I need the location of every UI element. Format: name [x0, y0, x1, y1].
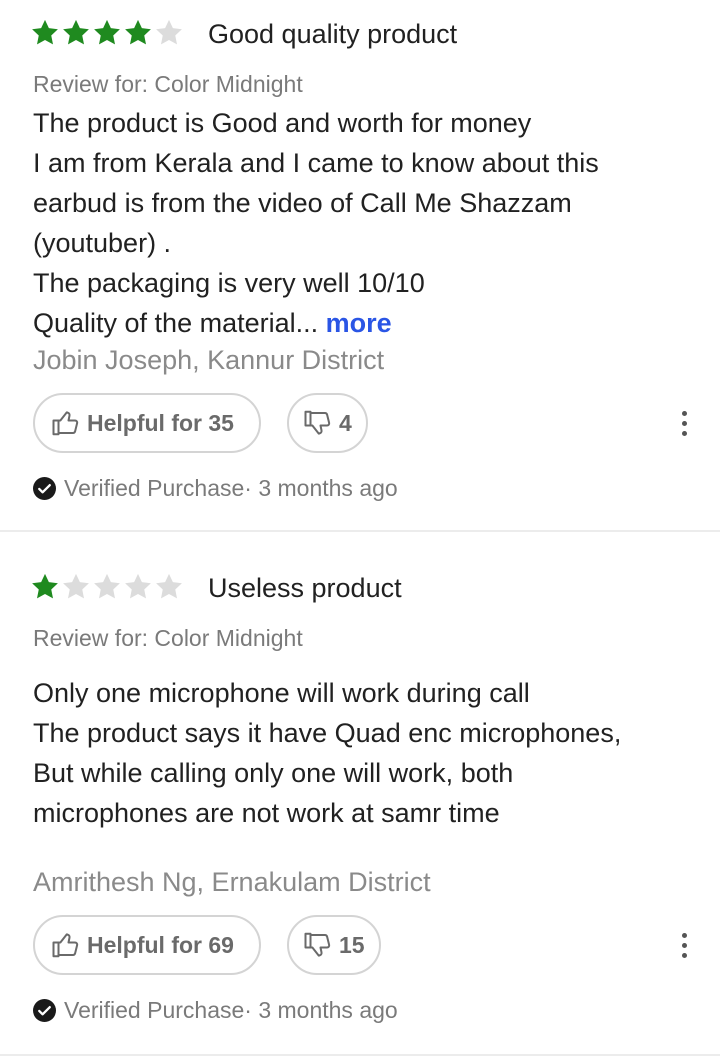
verified-check-icon: [33, 999, 56, 1022]
review-variant: Review for: Color Midnight: [33, 625, 303, 651]
review-body-line: (youtuber) .: [33, 228, 172, 258]
helpful-button[interactable]: Helpful for 69: [33, 915, 261, 975]
review-body-line: The packaging is very well 10/10: [33, 268, 425, 298]
review-time: · 3 months ago: [244, 997, 398, 1023]
star-filled-icon: [32, 19, 58, 45]
review-card: Good quality product Review for: Color M…: [0, 0, 720, 532]
more-options-icon[interactable]: [670, 403, 698, 443]
review-body-line: The product is Good and worth for money: [33, 108, 532, 138]
helpful-button[interactable]: Helpful for 35: [33, 393, 261, 453]
star-filled-icon: [125, 19, 151, 45]
review-title: Useless product: [208, 573, 402, 603]
review-body-line: The product says it have Quad enc microp…: [33, 718, 622, 748]
thumbs-up-icon: [52, 933, 79, 958]
verified-purchase: Verified Purchase· 3 months ago: [33, 999, 398, 1022]
unhelpful-button[interactable]: 15: [287, 915, 381, 975]
review-variant: Review for: Color Midnight: [33, 71, 303, 97]
unhelpful-count: 4: [339, 409, 352, 436]
review-body-line: microphones are not work at samr time: [33, 798, 500, 828]
review-title: Good quality product: [208, 19, 458, 49]
unhelpful-count: 15: [339, 931, 365, 958]
verified-label: Verified Purchase: [64, 475, 245, 501]
review-body: Only one microphone will work during cal…: [33, 673, 690, 833]
review-body: The product is Good and worth for money …: [33, 103, 690, 343]
more-options-icon[interactable]: [670, 925, 698, 965]
more-link[interactable]: more: [326, 308, 392, 338]
star-empty-icon: [63, 573, 89, 599]
review-body-line: Quality of the material...: [33, 308, 319, 338]
star-rating: [30, 572, 184, 602]
star-filled-icon: [94, 19, 120, 45]
thumbs-down-icon: [304, 932, 331, 957]
verified-check-icon: [33, 477, 56, 500]
star-filled-icon: [32, 573, 58, 599]
review-body-line: But while calling only one will work, bo…: [33, 758, 514, 788]
helpful-label: Helpful for 35: [87, 409, 234, 436]
review-author: Amrithesh Ng, Ernakulam District: [33, 867, 431, 897]
verified-purchase: Verified Purchase· 3 months ago: [33, 477, 398, 500]
thumbs-down-icon: [304, 410, 331, 435]
review-author: Jobin Joseph, Kannur District: [33, 345, 385, 375]
helpful-label: Helpful for 69: [87, 931, 234, 958]
thumbs-up-icon: [52, 411, 79, 436]
star-empty-icon: [125, 573, 151, 599]
star-empty-icon: [156, 19, 182, 45]
star-filled-icon: [63, 19, 89, 45]
review-card: Useless product Review for: Color Midnig…: [0, 532, 720, 1056]
review-body-line: earbud is from the video of Call Me Shaz…: [33, 188, 572, 218]
verified-label: Verified Purchase: [64, 997, 245, 1023]
review-time: · 3 months ago: [244, 475, 398, 501]
review-body-line: I am from Kerala and I came to know abou…: [33, 148, 599, 178]
star-empty-icon: [94, 573, 120, 599]
star-rating: [30, 18, 184, 48]
review-body-line: Only one microphone will work during cal…: [33, 678, 530, 708]
review-body-last-line: Quality of the material... more: [33, 303, 690, 343]
unhelpful-button[interactable]: 4: [287, 393, 368, 453]
star-empty-icon: [156, 573, 182, 599]
